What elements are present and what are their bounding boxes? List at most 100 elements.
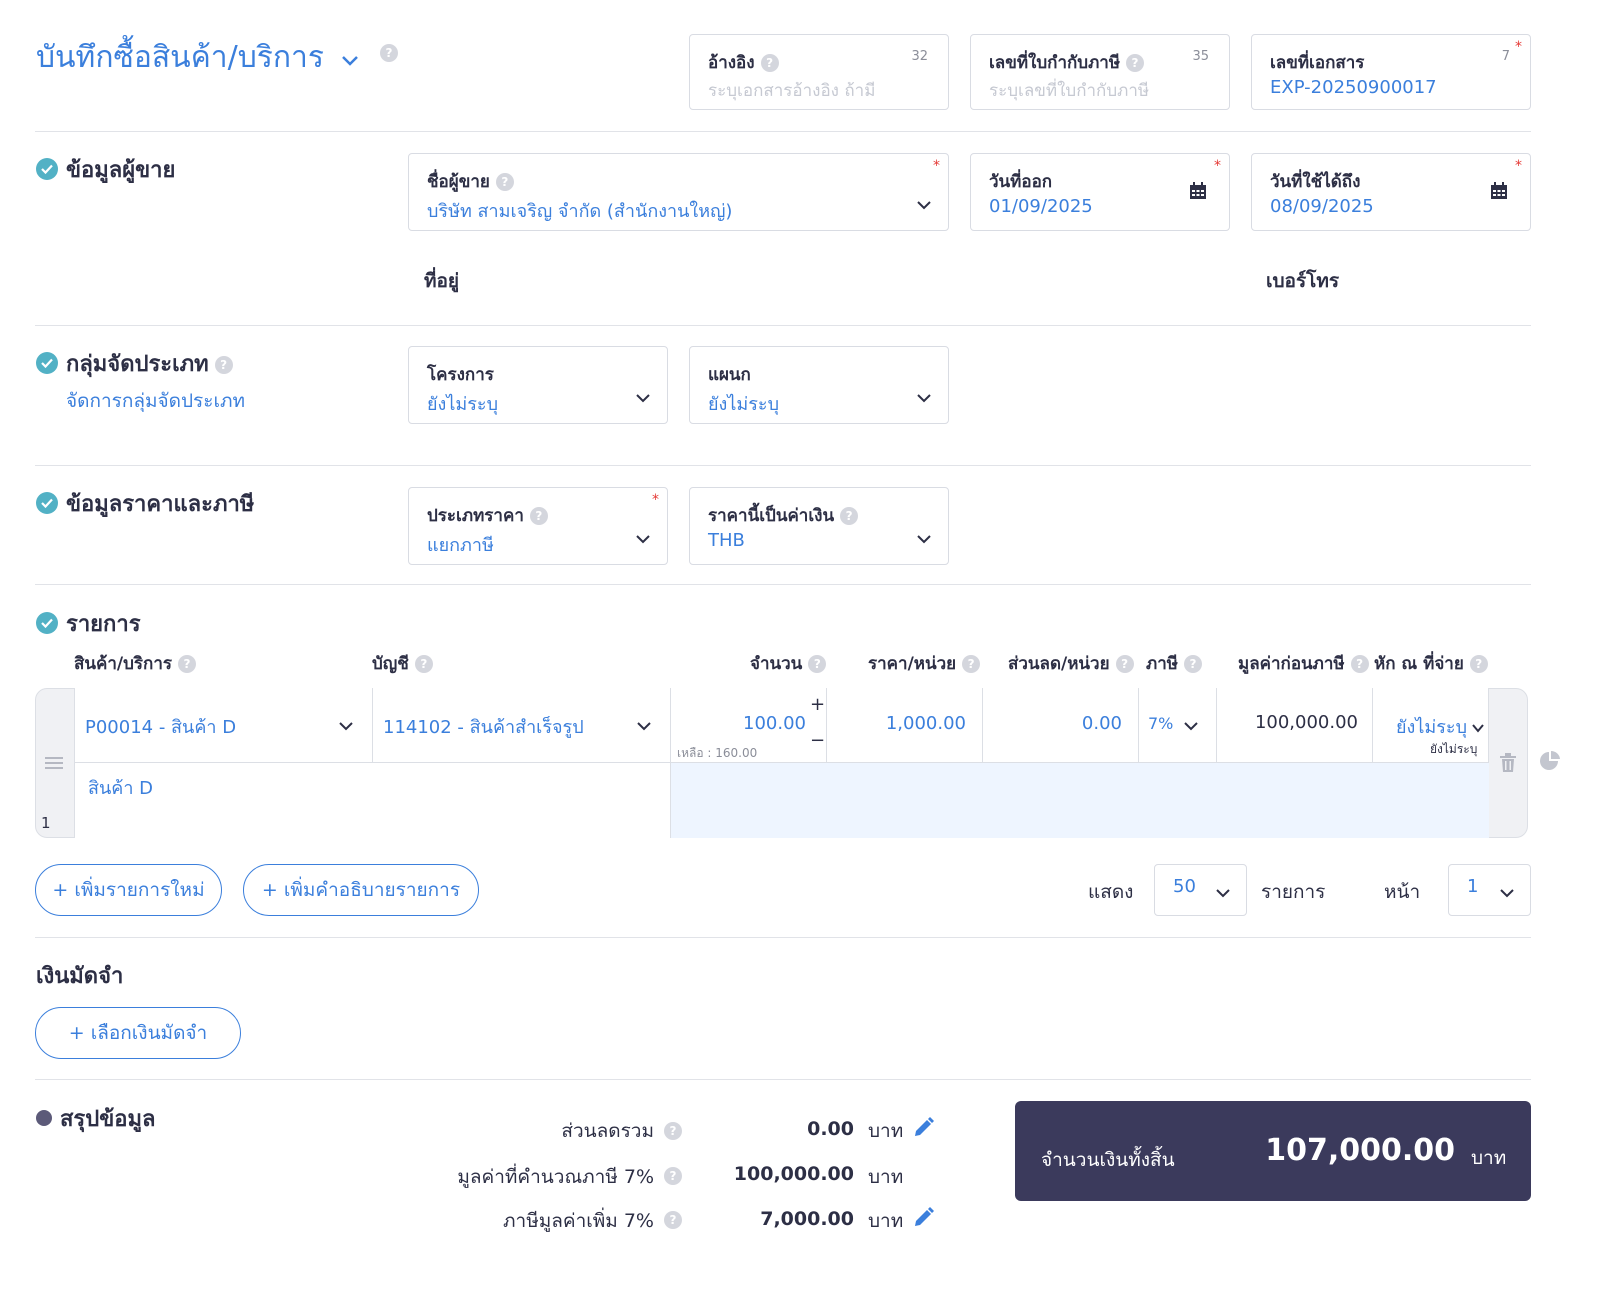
chevron-down-icon[interactable] <box>636 717 652 736</box>
help-icon[interactable]: ? <box>1115 655 1134 673</box>
cell-divider <box>1372 688 1373 762</box>
help-icon[interactable]: ? <box>414 655 433 673</box>
divider <box>35 131 1531 132</box>
col-qty: จำนวน? <box>750 650 827 677</box>
doc-no-counter: 7 <box>1501 49 1510 64</box>
col-tax: ภาษี? <box>1146 650 1202 677</box>
help-icon[interactable]: ? <box>380 44 398 62</box>
help-icon[interactable]: ? <box>1183 655 1202 673</box>
total-unit: บาท <box>1471 1147 1507 1169</box>
unit-price-input[interactable]: 1,000.00 <box>840 713 966 734</box>
help-icon[interactable]: ? <box>664 1122 682 1140</box>
reference-field[interactable]: อ้างอิง? 32 ระบุเอกสารอ้างอิง ถ้ามี <box>689 34 949 110</box>
help-icon[interactable]: ? <box>178 655 197 673</box>
price-type-label: ประเภทราคา <box>427 506 524 526</box>
col-unit-price: ราคา/หน่วย? <box>868 650 981 677</box>
add-description-button[interactable]: + เพิ่มคำอธิบายรายการ <box>243 864 479 916</box>
summary-vat-value: 7,000.00 <box>760 1208 854 1230</box>
doc-no-field[interactable]: เลขที่เอกสาร 7 * EXP-20250900017 <box>1251 34 1531 110</box>
page-select[interactable]: 1 <box>1448 864 1531 916</box>
summary-discount-label: ส่วนลดรวม <box>561 1120 654 1142</box>
cell-divider <box>826 688 827 762</box>
show-label: แสดง <box>1088 881 1134 903</box>
chevron-down-icon <box>1499 884 1515 903</box>
chevron-down-icon[interactable] <box>1183 717 1199 736</box>
department-select[interactable]: แผนก ยังไม่ระบุ <box>689 346 949 424</box>
minus-icon[interactable]: − <box>810 730 825 751</box>
cell-divider <box>982 688 983 762</box>
chevron-down-icon <box>916 389 932 408</box>
price-type-value: แยกภาษี <box>427 535 494 556</box>
manage-classification-link[interactable]: จัดการกลุ่มจัดประเภท <box>66 386 245 416</box>
plus-icon[interactable]: + <box>810 694 825 715</box>
product-select[interactable]: P00014 - สินค้า D <box>85 712 236 741</box>
withholding-select[interactable]: ยังไม่ระบุ <box>1396 712 1467 741</box>
chevron-down-icon[interactable] <box>1471 718 1485 737</box>
required-marker: * <box>1214 158 1221 174</box>
project-select[interactable]: โครงการ ยังไม่ระบุ <box>408 346 668 424</box>
account-select[interactable]: 114102 - สินค้าสำเร็จรูป <box>383 712 584 741</box>
item-description[interactable]: สินค้า D <box>88 773 153 802</box>
pricing-section-title: ข้อมูลราคาและภาษี <box>36 486 254 521</box>
help-icon[interactable]: ? <box>664 1167 682 1185</box>
address-label: ที่อยู่ <box>424 270 460 292</box>
doc-no-label: เลขที่เอกสาร <box>1270 53 1365 73</box>
reference-label: อ้างอิง <box>708 53 755 73</box>
chevron-down-icon[interactable] <box>338 717 354 736</box>
calendar-icon[interactable] <box>1490 182 1508 204</box>
pencil-icon[interactable] <box>912 1117 934 1143</box>
summary-taxable-unit: บาท <box>868 1166 904 1188</box>
select-deposit-button[interactable]: + เลือกเงินมัดจำ <box>35 1007 241 1059</box>
page-size-select[interactable]: 50 <box>1154 864 1247 916</box>
tax-select[interactable]: 7% <box>1148 714 1173 733</box>
help-icon[interactable]: ? <box>760 54 779 72</box>
help-icon[interactable]: ? <box>1469 655 1488 673</box>
doc-no-input[interactable]: EXP-20250900017 <box>1270 77 1437 98</box>
pie-chart-icon[interactable] <box>1539 750 1561 776</box>
reference-input[interactable]: ระบุเอกสารอ้างอิง ถ้ามี <box>708 77 875 104</box>
total-box: จำนวนเงินทั้งสิ้น 107,000.00 บาท <box>1015 1101 1531 1201</box>
total-value: 107,000.00 <box>1265 1133 1455 1168</box>
help-icon[interactable]: ? <box>1126 54 1145 72</box>
drag-handle-icon[interactable] <box>45 755 63 774</box>
currency-select[interactable]: ราคานี้เป็นค่าเงิน? THB <box>689 487 949 565</box>
divider <box>35 465 1531 466</box>
help-icon[interactable]: ? <box>529 507 548 525</box>
add-item-button[interactable]: + เพิ่มรายการใหม่ <box>35 864 222 916</box>
page-size-value: 50 <box>1173 876 1196 897</box>
required-marker: * <box>652 492 659 508</box>
tax-invoice-field[interactable]: เลขที่ใบกำกับภาษี? 35 ระบุเลขที่ใบกำกับภ… <box>970 34 1230 110</box>
items-label: รายการ <box>1261 881 1326 903</box>
summary-taxable-value: 100,000.00 <box>733 1163 854 1185</box>
vendor-name-select[interactable]: ชื่อผู้ขาย? * บริษัท สามเจริญ จำกัด (สำน… <box>408 153 949 231</box>
qty-remaining: เหลือ : 160.00 <box>677 746 758 760</box>
issue-date-field[interactable]: วันที่ออก * 01/09/2025 <box>970 153 1230 231</box>
row-index: 1 <box>41 814 51 832</box>
required-marker: * <box>933 158 940 174</box>
pencil-icon[interactable] <box>912 1207 934 1233</box>
help-icon[interactable]: ? <box>214 356 233 374</box>
help-icon[interactable]: ? <box>495 173 514 191</box>
calendar-icon[interactable] <box>1189 182 1207 204</box>
issue-date-label: วันที่ออก <box>989 172 1053 192</box>
row-divider <box>74 762 670 763</box>
valid-until-field[interactable]: วันที่ใช้ได้ถึง * 08/09/2025 <box>1251 153 1531 231</box>
summary-discount-unit: บาท <box>868 1120 904 1142</box>
page-title[interactable]: บันทึกซื้อสินค้า/บริการ <box>36 34 360 81</box>
help-icon[interactable]: ? <box>840 507 859 525</box>
help-icon[interactable]: ? <box>808 655 827 673</box>
discount-input[interactable]: 0.00 <box>996 713 1122 734</box>
chevron-down-icon <box>635 389 651 408</box>
chevron-down-icon <box>916 530 932 549</box>
total-label: จำนวนเงินทั้งสิ้น <box>1041 1149 1175 1171</box>
help-icon[interactable]: ? <box>1350 655 1369 673</box>
help-icon[interactable]: ? <box>664 1211 682 1229</box>
tax-invoice-input[interactable]: ระบุเลขที่ใบกำกับภาษี <box>989 77 1149 104</box>
tax-invoice-counter: 35 <box>1192 49 1209 64</box>
price-type-select[interactable]: ประเภทราคา? * แยกภาษี <box>408 487 668 565</box>
qty-input[interactable]: 100.00 <box>690 713 806 734</box>
required-marker: * <box>1515 158 1522 174</box>
summary-taxable-row: มูลค่าที่คำนวณภาษี 7% <box>300 1162 654 1192</box>
help-icon[interactable]: ? <box>962 655 981 673</box>
trash-icon[interactable] <box>1499 753 1517 777</box>
